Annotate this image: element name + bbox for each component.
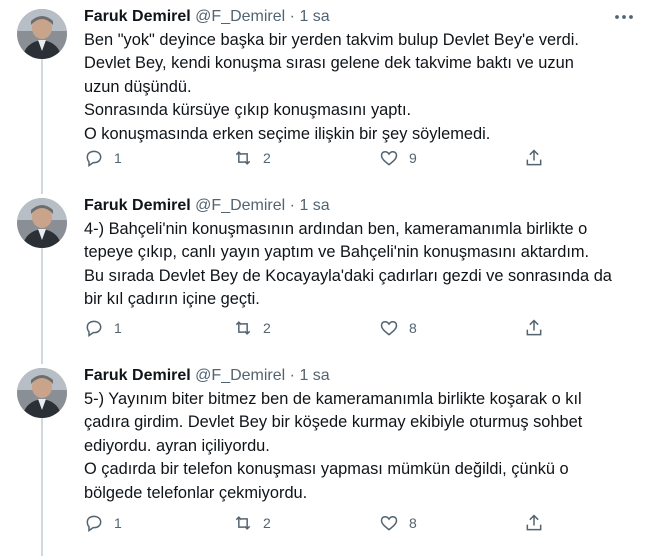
reply-count: 1 (114, 150, 122, 166)
tweet[interactable]: Faruk Demirel @F_Demirel · 1 sa 5-) Yayı… (0, 364, 650, 556)
avatar[interactable] (17, 198, 67, 248)
text-line: bölgede telefonlar çekmiyordu. (84, 483, 308, 502)
reply-icon (86, 515, 102, 532)
timestamp[interactable]: 1 sa (299, 197, 329, 214)
separator: · (289, 367, 295, 384)
retweet-button[interactable]: 2 (233, 513, 271, 533)
reply-icon (86, 320, 102, 337)
author-handle[interactable]: @F_Demirel (195, 367, 285, 384)
text-line: tepeye çıkıp, canlı yayın yaptım ve Bahç… (84, 243, 590, 262)
like-count: 8 (409, 320, 417, 336)
reply-icon (86, 150, 102, 167)
separator: · (289, 8, 295, 25)
tweet-text: Ben "yok" deyince başka bir yerden takvi… (84, 29, 639, 146)
reply-button[interactable]: 1 (84, 148, 122, 168)
more-icon[interactable] (612, 5, 636, 29)
share-button[interactable] (524, 318, 544, 338)
text-line: bir kıl çadırın içine geçti. (84, 290, 260, 309)
share-icon (526, 514, 542, 531)
share-icon (526, 149, 542, 166)
retweet-button[interactable]: 2 (233, 148, 271, 168)
retweet-count: 2 (263, 150, 271, 166)
like-button[interactable]: 9 (379, 148, 417, 168)
author-handle[interactable]: @F_Demirel (195, 8, 285, 25)
author-name[interactable]: Faruk Demirel (84, 367, 191, 384)
heart-icon (380, 150, 398, 166)
reply-button[interactable]: 1 (84, 318, 122, 338)
retweet-icon (235, 516, 251, 530)
reply-button[interactable]: 1 (84, 513, 122, 533)
reply-count: 1 (114, 515, 122, 531)
like-count: 8 (409, 515, 417, 531)
text-line: Devlet Bey, kendi konuşma sırası gelene … (84, 54, 574, 73)
tweet-actions: 1 2 8 (84, 318, 554, 340)
share-button[interactable] (524, 513, 544, 533)
text-line: 4-) Bahçeli'nin konuşmasının ardından be… (84, 220, 588, 238)
timestamp[interactable]: 1 sa (299, 8, 329, 25)
like-button[interactable]: 8 (379, 318, 417, 338)
tweet-header: Faruk Demirel @F_Demirel · 1 sa (84, 366, 330, 386)
text-line: O konuşmasında erken seçime ilişkin bir … (84, 124, 491, 143)
retweet-icon (235, 321, 251, 335)
text-line: Sonrasında kürsüye çıkıp konuşmasını yap… (84, 101, 412, 120)
share-button[interactable] (524, 148, 544, 168)
tweet-text: 5-) Yayınım biter bitmez ben de kamerama… (84, 388, 639, 505)
retweet-icon (235, 151, 251, 165)
tweet-actions: 1 2 8 (84, 513, 554, 535)
text-line: çadıra girdim. Devlet Bey bir köşede kur… (84, 413, 583, 432)
tweet-actions: 1 2 9 (84, 148, 554, 170)
text-line: 5-) Yayınım biter bitmez ben de kamerama… (84, 390, 582, 408)
tweet[interactable]: Faruk Demirel @F_Demirel · 1 sa 4-) Bahç… (0, 194, 650, 370)
avatar[interactable] (17, 9, 67, 59)
tweet[interactable]: Faruk Demirel @F_Demirel · 1 sa Ben "yok… (0, 5, 650, 181)
retweet-button[interactable]: 2 (233, 318, 271, 338)
heart-icon (380, 515, 398, 531)
like-count: 9 (409, 150, 417, 166)
retweet-count: 2 (263, 320, 271, 336)
heart-icon (380, 320, 398, 336)
timestamp[interactable]: 1 sa (299, 367, 329, 384)
author-name[interactable]: Faruk Demirel (84, 8, 191, 25)
retweet-count: 2 (263, 515, 271, 531)
like-button[interactable]: 8 (379, 513, 417, 533)
author-handle[interactable]: @F_Demirel (195, 197, 285, 214)
text-line: Bu sırada Devlet Bey de Kocayayla'daki ç… (84, 266, 612, 285)
text-line: uzun düşündü. (84, 77, 192, 96)
author-name[interactable]: Faruk Demirel (84, 197, 191, 214)
share-icon (526, 319, 542, 336)
tweet-text: 4-) Bahçeli'nin konuşmasının ardından be… (84, 218, 639, 312)
avatar[interactable] (17, 368, 67, 418)
tweet-header: Faruk Demirel @F_Demirel · 1 sa (84, 196, 330, 216)
tweet-header: Faruk Demirel @F_Demirel · 1 sa (84, 7, 330, 27)
reply-count: 1 (114, 320, 122, 336)
separator: · (289, 197, 295, 214)
text-line: O çadırda bir telefon konuşması yapması … (84, 460, 569, 479)
tweet-thread: Faruk Demirel @F_Demirel · 1 sa Ben "yok… (0, 0, 650, 556)
text-line: ediyordu. ayran içiliyordu. (84, 436, 270, 455)
text-line: Ben "yok" deyince başka bir yerden takvi… (84, 31, 579, 49)
